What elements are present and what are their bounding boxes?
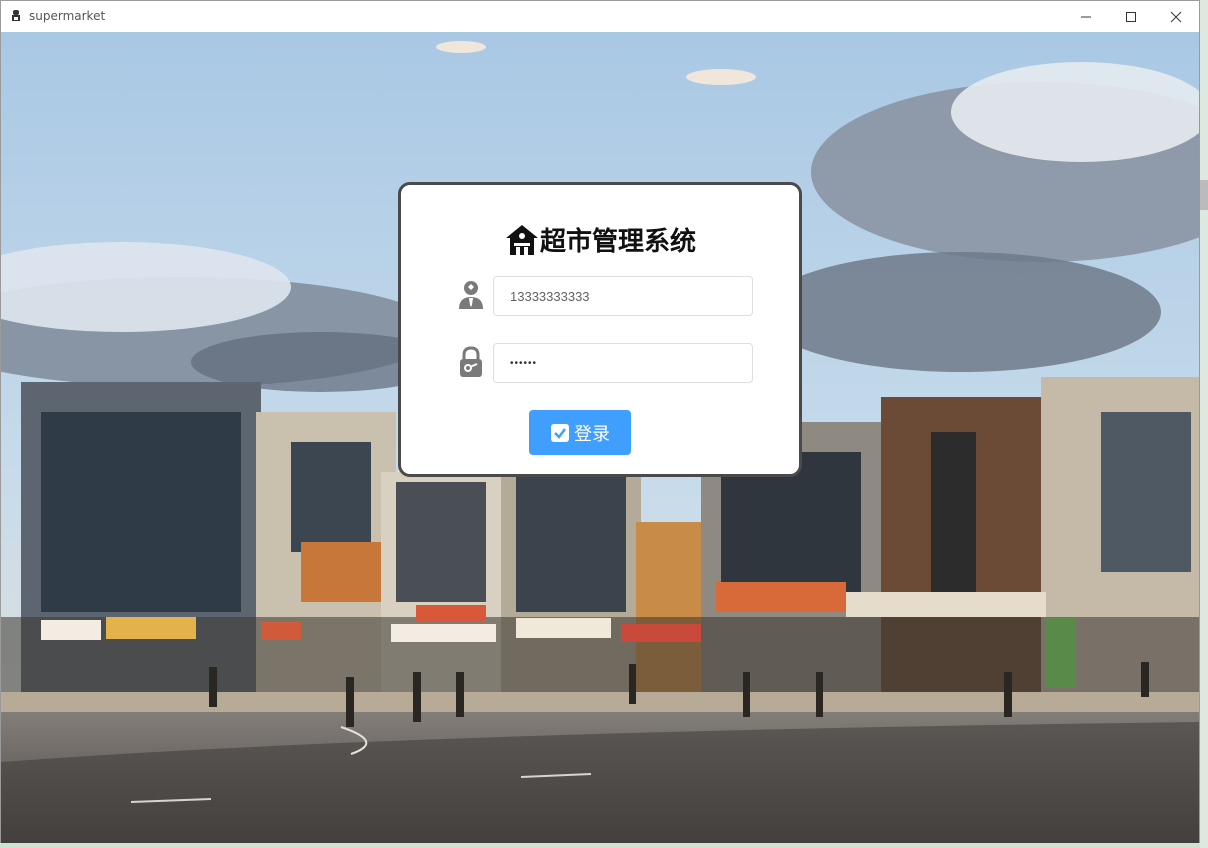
login-button[interactable]: 登录 — [529, 410, 631, 455]
app-window: supermarket 超市管理系统 13333333333 •••••• 登录 — [0, 0, 1200, 843]
username-value: 13333333333 — [510, 288, 590, 304]
title-bar[interactable]: supermarket — [1, 1, 1199, 32]
house-icon — [505, 224, 538, 255]
lock-icon — [460, 346, 482, 377]
minimize-icon — [1081, 16, 1091, 17]
close-icon — [1170, 11, 1182, 22]
password-input[interactable]: •••••• — [493, 343, 753, 383]
edge-scroll-mark — [1200, 180, 1208, 210]
background-window-edge — [1200, 0, 1208, 848]
user-icon — [459, 281, 483, 309]
app-icon — [12, 10, 20, 21]
login-card: 超市管理系统 13333333333 •••••• 登录 — [398, 182, 802, 477]
password-value: •••••• — [510, 357, 538, 369]
login-button-label: 登录 — [574, 423, 610, 444]
background-street-image: 超市管理系统 13333333333 •••••• 登录 — [1, 32, 1199, 843]
checkbox-icon — [551, 423, 569, 442]
close-button[interactable] — [1153, 1, 1199, 32]
maximize-icon — [1126, 11, 1136, 22]
system-title-text: 超市管理系统 — [539, 226, 696, 256]
login-title: 超市管理系统 — [401, 221, 799, 258]
window-title: supermarket — [29, 9, 106, 23]
maximize-button[interactable] — [1108, 1, 1154, 32]
minimize-button[interactable] — [1063, 1, 1109, 32]
username-input[interactable]: 13333333333 — [493, 276, 753, 316]
